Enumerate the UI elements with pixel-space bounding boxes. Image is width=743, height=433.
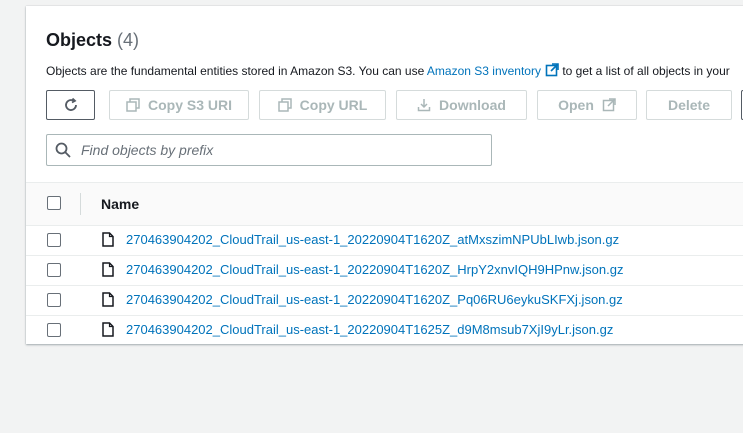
row-checkbox[interactable]: [47, 233, 61, 247]
copy-s3-uri-button[interactable]: Copy S3 URI: [109, 90, 249, 120]
description-text-after: to get a list of all objects in your: [558, 64, 730, 78]
objects-title: Objects (4): [46, 30, 139, 51]
objects-description: Objects are the fundamental entities sto…: [46, 63, 730, 78]
description-text-before: Objects are the fundamental entities sto…: [46, 64, 427, 78]
find-objects-input[interactable]: [79, 141, 463, 159]
row-checkbox[interactable]: [47, 323, 61, 337]
column-header-name[interactable]: Name: [101, 196, 139, 212]
refresh-icon: [64, 97, 77, 111]
table-row: 270463904202_CloudTrail_us-east-1_202209…: [26, 285, 743, 316]
object-name-link[interactable]: 270463904202_CloudTrail_us-east-1_202209…: [126, 322, 613, 337]
column-divider: [80, 193, 81, 215]
copy-url-label: Copy URL: [299, 97, 368, 113]
objects-count: (4): [117, 30, 140, 50]
external-link-icon: [602, 98, 616, 112]
search-icon: [55, 142, 71, 158]
select-all-checkbox[interactable]: [47, 196, 61, 210]
copy-icon: [126, 98, 140, 112]
row-checkbox[interactable]: [47, 263, 61, 277]
delete-label: Delete: [667, 97, 711, 113]
s3-inventory-link-label: Amazon S3 inventory: [426, 64, 541, 78]
s3-inventory-link[interactable]: Amazon S3 inventory: [426, 63, 559, 78]
copy-s3-uri-label: Copy S3 URI: [147, 97, 232, 113]
table-row: 270463904202_CloudTrail_us-east-1_202209…: [26, 225, 743, 256]
download-button[interactable]: Download: [396, 90, 527, 120]
object-name-link[interactable]: 270463904202_CloudTrail_us-east-1_202209…: [126, 292, 623, 307]
objects-panel: Objects (4) Objects are the fundamental …: [26, 6, 743, 344]
find-objects-search[interactable]: [46, 134, 492, 166]
file-icon: [102, 232, 114, 247]
copy-url-button[interactable]: Copy URL: [259, 90, 386, 120]
file-icon: [102, 262, 114, 277]
external-link-icon: [545, 63, 559, 77]
copy-icon: [277, 98, 292, 112]
refresh-button[interactable]: [46, 90, 95, 120]
open-label: Open: [558, 97, 594, 113]
download-icon: [417, 99, 431, 112]
open-button[interactable]: Open: [537, 90, 637, 120]
table-header: Name: [26, 182, 743, 226]
file-icon: [102, 292, 114, 307]
object-name-link[interactable]: 270463904202_CloudTrail_us-east-1_202209…: [126, 262, 623, 277]
table-row: 270463904202_CloudTrail_us-east-1_202209…: [26, 255, 743, 286]
download-label: Download: [439, 97, 506, 113]
file-icon: [102, 322, 114, 337]
row-checkbox[interactable]: [47, 293, 61, 307]
table-row: 270463904202_CloudTrail_us-east-1_202209…: [26, 315, 743, 344]
objects-title-label: Objects: [46, 30, 113, 50]
object-name-link[interactable]: 270463904202_CloudTrail_us-east-1_202209…: [126, 232, 619, 247]
delete-button[interactable]: Delete: [646, 90, 732, 120]
